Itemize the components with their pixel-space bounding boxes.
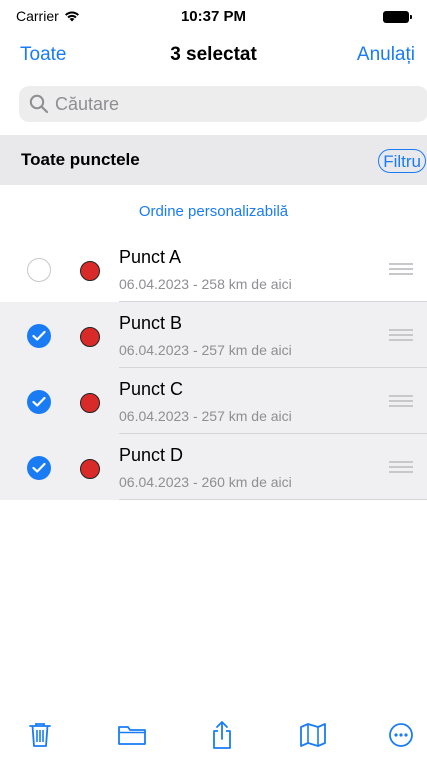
section-title: Toate punctele bbox=[21, 150, 140, 169]
red-marker-icon bbox=[80, 459, 100, 479]
list-item[interactable]: Punct B 06.04.2023 - 257 km de aici bbox=[0, 302, 427, 368]
drag-handle-icon[interactable] bbox=[389, 263, 413, 275]
points-list: Punct A 06.04.2023 - 258 km de aici Punct … bbox=[0, 236, 427, 500]
search-bar[interactable] bbox=[19, 86, 427, 122]
point-details: 06.04.2023 - 260 km de aici bbox=[119, 474, 292, 490]
folder-icon bbox=[118, 726, 146, 745]
point-name: Punct B bbox=[119, 313, 183, 333]
row-divider bbox=[119, 499, 427, 500]
checkmark-circle-icon[interactable] bbox=[27, 324, 51, 348]
red-marker-icon bbox=[80, 261, 100, 281]
checkmark-circle-icon[interactable] bbox=[27, 456, 51, 480]
search-input[interactable] bbox=[55, 93, 415, 115]
red-marker-icon bbox=[80, 393, 100, 413]
empty-circle-icon[interactable] bbox=[27, 258, 51, 282]
search-icon bbox=[29, 94, 49, 114]
drag-handle-icon[interactable] bbox=[389, 461, 413, 473]
list-item[interactable]: Punct D 06.04.2023 - 260 km de aici bbox=[0, 434, 427, 500]
trash-button[interactable] bbox=[25, 720, 55, 750]
map-icon bbox=[300, 723, 326, 747]
folder-button[interactable] bbox=[117, 720, 147, 750]
list-item[interactable]: Punct A 06.04.2023 - 258 km de aici bbox=[0, 236, 427, 302]
trash-icon bbox=[29, 723, 51, 747]
point-name: Punct C bbox=[119, 379, 184, 399]
list-item[interactable]: Punct C 06.04.2023 - 257 km de aici bbox=[0, 368, 427, 434]
battery-icon bbox=[383, 11, 412, 23]
more-button[interactable] bbox=[386, 720, 416, 750]
status-bar: Carrier 10:37 PM bbox=[0, 0, 427, 32]
more-icon bbox=[389, 723, 413, 747]
point-name: Punct D bbox=[119, 445, 184, 465]
custom-order-link[interactable]: Ordine personalizabilă bbox=[0, 203, 427, 220]
point-name: Punct A bbox=[119, 247, 182, 267]
drag-handle-icon[interactable] bbox=[389, 329, 413, 341]
filter-button[interactable]: Filtru bbox=[378, 149, 426, 173]
point-details: 06.04.2023 - 258 km de aici bbox=[119, 276, 292, 292]
navigation-bar: Toate 3 selectat Anulați bbox=[0, 36, 427, 76]
bottom-toolbar bbox=[0, 718, 427, 758]
section-header: Toate punctele Filtru bbox=[0, 135, 427, 185]
share-icon bbox=[213, 721, 231, 749]
share-button[interactable] bbox=[207, 720, 237, 750]
point-details: 06.04.2023 - 257 km de aici bbox=[119, 342, 292, 358]
drag-handle-icon[interactable] bbox=[389, 395, 413, 407]
point-details: 06.04.2023 - 257 km de aici bbox=[119, 408, 292, 424]
map-button[interactable] bbox=[298, 720, 328, 750]
red-marker-icon bbox=[80, 327, 100, 347]
checkmark-circle-icon[interactable] bbox=[27, 390, 51, 414]
cancel-button[interactable]: Anulați bbox=[357, 44, 415, 66]
status-time: 10:37 PM bbox=[180, 8, 247, 25]
